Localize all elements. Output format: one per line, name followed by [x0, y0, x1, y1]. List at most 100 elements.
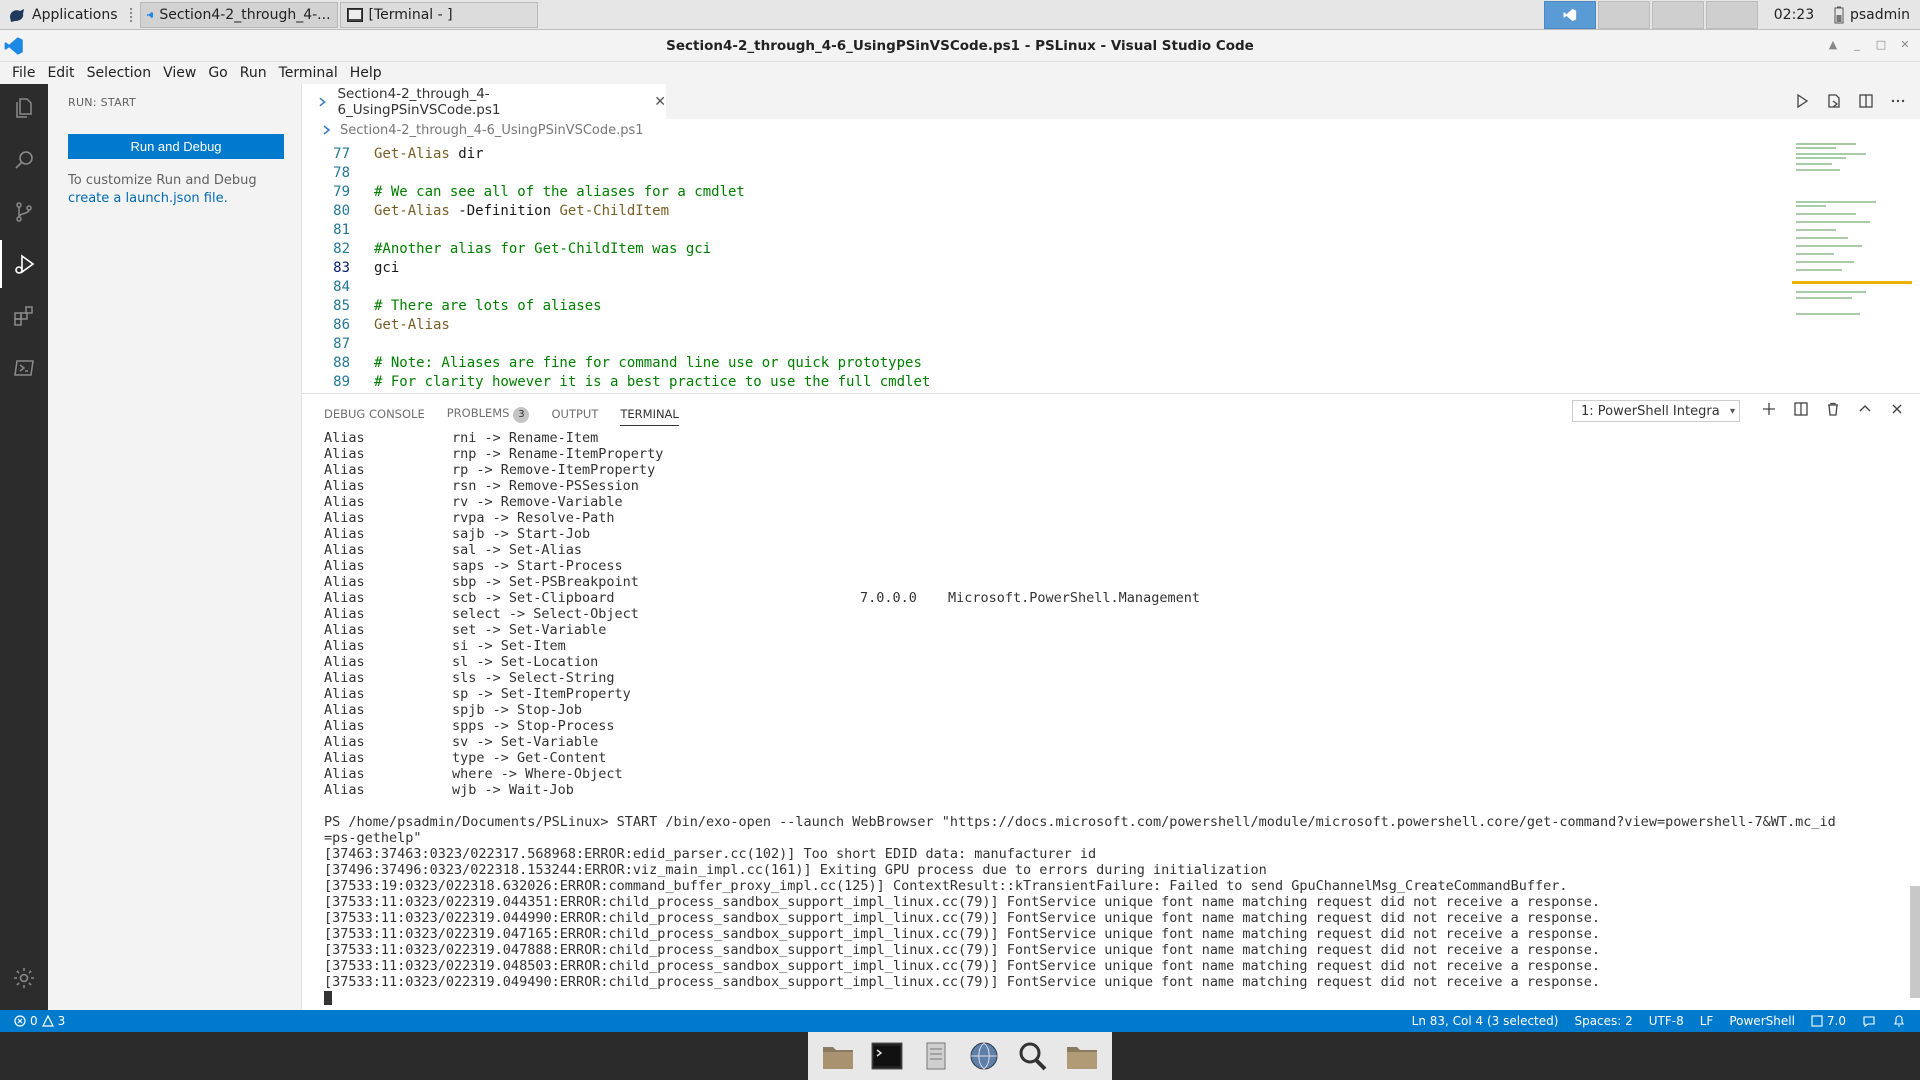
- code-line[interactable]: 79 # We can see all of the aliases for a …: [302, 183, 1782, 202]
- tab-close-icon[interactable]: ✕: [654, 94, 666, 110]
- alias-definition: sp -> Set-ItemProperty: [452, 686, 631, 702]
- create-launch-json-link[interactable]: create a launch.json file.: [68, 190, 288, 208]
- activity-manage[interactable]: [0, 954, 48, 1002]
- tab-debug-console[interactable]: DEBUG CONSOLE: [324, 407, 425, 421]
- problems-status[interactable]: 0 3: [0, 1014, 65, 1028]
- workspace-4[interactable]: [1705, 0, 1758, 29]
- tab-terminal[interactable]: TERMINAL: [620, 407, 679, 426]
- more-actions-icon[interactable]: [1890, 93, 1906, 109]
- terminal-output-line: [37533:19:0323/022318.632026:ERROR:comma…: [324, 878, 1568, 894]
- workspace-2[interactable]: [1597, 0, 1650, 29]
- alias-command-type: Alias: [324, 574, 365, 590]
- activity-powershell[interactable]: [0, 344, 48, 392]
- activity-explorer[interactable]: [0, 84, 48, 132]
- menu-view[interactable]: View: [157, 65, 202, 81]
- window-minimize-icon[interactable]: _: [1850, 38, 1864, 52]
- clock[interactable]: 02:23: [1764, 7, 1824, 23]
- feedback-icon[interactable]: [1862, 1014, 1876, 1028]
- taskbar-vscode-window[interactable]: Section4-2_through_4-...: [139, 1, 338, 28]
- alias-definition: scb -> Set-Clipboard: [452, 590, 615, 606]
- minimap[interactable]: [1792, 141, 1912, 389]
- trash-icon[interactable]: [1826, 402, 1840, 416]
- home-folder-icon[interactable]: [821, 1041, 855, 1071]
- end-of-line[interactable]: LF: [1700, 1014, 1714, 1028]
- encoding[interactable]: UTF-8: [1649, 1014, 1684, 1028]
- code-line[interactable]: 85 # There are lots of aliases: [302, 297, 1782, 316]
- run-selection-icon[interactable]: [1826, 93, 1842, 109]
- menu-edit[interactable]: Edit: [41, 65, 80, 81]
- vscode-icon: [1563, 8, 1577, 21]
- code-line[interactable]: 82 #Another alias for Get-ChildItem was g…: [302, 240, 1782, 259]
- code-line[interactable]: 81: [302, 221, 1782, 240]
- dock: [808, 1032, 1112, 1080]
- activity-source-control[interactable]: [0, 188, 48, 236]
- status-right: Ln 83, Col 4 (3 selected) Spaces: 2 UTF-…: [1412, 1014, 1920, 1028]
- activity-extensions[interactable]: [0, 292, 48, 340]
- alias-definition: sl -> Set-Location: [452, 654, 599, 670]
- close-icon[interactable]: [1890, 402, 1904, 416]
- web-browser-icon[interactable]: [967, 1041, 1001, 1071]
- alias-command-type: Alias: [324, 510, 365, 526]
- alias-command-type: Alias: [324, 430, 365, 446]
- bottom-panel: DEBUG CONSOLE PROBLEMS 3 OUTPUT TERMINAL …: [302, 393, 1920, 1010]
- alias-definition: rnp -> Rename-ItemProperty: [452, 446, 664, 462]
- workspace-3[interactable]: [1651, 0, 1704, 29]
- alias-definition: sbp -> Set-PSBreakpoint: [452, 574, 639, 590]
- breadcrumb-file[interactable]: Section4-2_through_4-6_UsingPSinVSCode.p…: [340, 123, 644, 138]
- alias-definition: rp -> Remove-ItemProperty: [452, 462, 656, 478]
- code-line[interactable]: 78: [302, 164, 1782, 183]
- run-and-debug-button[interactable]: Run and Debug: [68, 134, 284, 159]
- file-manager-icon[interactable]: [919, 1041, 953, 1071]
- terminal-app-icon[interactable]: [870, 1041, 904, 1071]
- chevron-up-icon[interactable]: [1858, 402, 1872, 416]
- code-line[interactable]: 84: [302, 278, 1782, 297]
- cursor-position[interactable]: Ln 83, Col 4 (3 selected): [1412, 1014, 1559, 1028]
- menu-help[interactable]: Help: [344, 65, 388, 81]
- terminal-scrollbar[interactable]: [1910, 886, 1920, 998]
- code-line[interactable]: 83 gci: [302, 259, 1782, 278]
- code-token: # There are lots of aliases: [374, 298, 602, 314]
- code-line[interactable]: 80 Get-Alias -Definition Get-ChildItem: [302, 202, 1782, 221]
- window-up-icon[interactable]: ▲: [1826, 38, 1840, 52]
- language-mode[interactable]: PowerShell: [1729, 1014, 1795, 1028]
- applications-menu-button[interactable]: Applications: [0, 0, 126, 30]
- activity-search[interactable]: [0, 136, 48, 184]
- tab-ps1-file[interactable]: Section4-2_through_4-6_UsingPSinVSCode.p…: [302, 84, 666, 119]
- tab-output[interactable]: OUTPUT: [551, 407, 598, 421]
- activity-run-debug[interactable]: [0, 240, 48, 288]
- code-line[interactable]: 88 # Note: Aliases are fine for command l…: [302, 354, 1782, 373]
- taskbar-vscode-label: Section4-2_through_4-...: [159, 6, 331, 23]
- run-file-icon[interactable]: [1794, 93, 1810, 109]
- code-token: # For clarity however it is a best pract…: [374, 374, 931, 390]
- alias-command-type: Alias: [324, 494, 365, 510]
- code-line[interactable]: 89 # For clarity however it is a best pra…: [302, 373, 1782, 392]
- code-line[interactable]: 86 Get-Alias: [302, 316, 1782, 335]
- alias-definition: select -> Select-Object: [452, 606, 639, 622]
- split-editor-icon[interactable]: [1858, 93, 1874, 109]
- code-line[interactable]: 77 Get-Alias dir: [302, 145, 1782, 164]
- alias-command-type: Alias: [324, 718, 365, 734]
- folder-icon[interactable]: [1065, 1041, 1099, 1071]
- indentation[interactable]: Spaces: 2: [1574, 1014, 1632, 1028]
- taskbar-terminal-window[interactable]: [Terminal - ]: [339, 1, 538, 28]
- terminal-selector[interactable]: 1: PowerShell Integra ▾: [1572, 400, 1740, 422]
- window-maximize-icon[interactable]: □: [1874, 38, 1888, 52]
- alias-definition: rni -> Rename-Item: [452, 430, 599, 446]
- split-terminal-icon[interactable]: [1794, 402, 1808, 416]
- window-close-icon[interactable]: ✕: [1898, 38, 1912, 52]
- menu-terminal[interactable]: Terminal: [273, 65, 344, 81]
- powershell-version[interactable]: 7.0: [1811, 1014, 1846, 1028]
- code-line[interactable]: 87: [302, 335, 1782, 354]
- line-number: 77: [333, 146, 350, 162]
- search-app-icon[interactable]: [1016, 1041, 1050, 1071]
- tab-problems[interactable]: PROBLEMS 3: [447, 406, 530, 423]
- code-editor[interactable]: 77 Get-Alias dir 78 79 # We can see all of t…: [302, 141, 1920, 392]
- bell-icon[interactable]: [1892, 1014, 1906, 1028]
- user-menu[interactable]: psadmin: [1824, 6, 1920, 24]
- menu-file[interactable]: File: [6, 65, 41, 81]
- new-terminal-icon[interactable]: [1762, 402, 1776, 416]
- workspace-1[interactable]: [1543, 0, 1596, 29]
- menu-run[interactable]: Run: [234, 65, 273, 81]
- menu-go[interactable]: Go: [202, 65, 233, 81]
- menu-selection[interactable]: Selection: [81, 65, 158, 81]
